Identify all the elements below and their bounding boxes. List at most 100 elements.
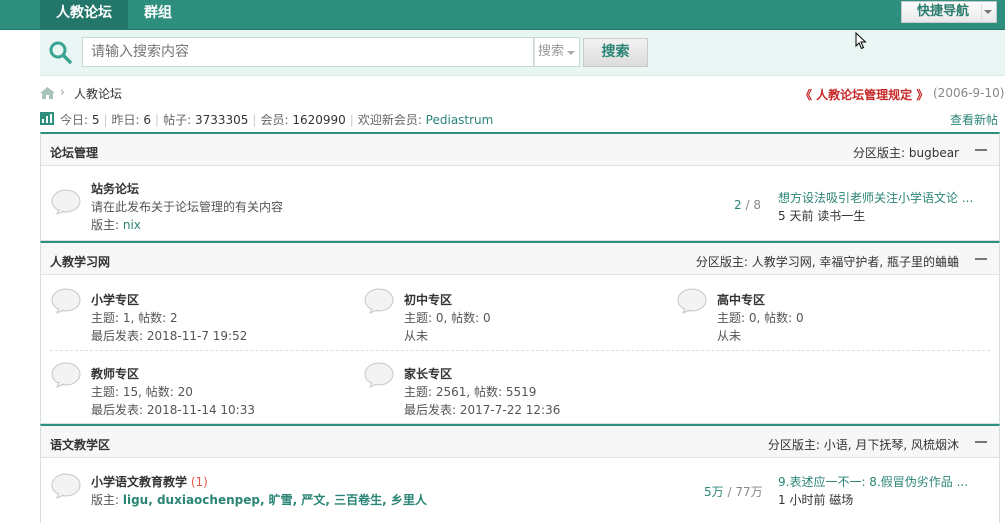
newest-member-label: 欢迎新会员: <box>357 113 426 127</box>
moderator-label: 版主: <box>91 493 123 507</box>
chevron-down-icon <box>984 10 992 14</box>
section-forum-management: 论坛管理 分区版主: bugbear 站务论坛 请在此发布关于论坛管理的有关内容… <box>40 132 1000 241</box>
forum-bubble-icon[interactable] <box>51 189 81 215</box>
tab-groups[interactable]: 群组 <box>128 0 188 30</box>
yesterday-label: 昨日: <box>111 113 144 127</box>
view-new-posts-link[interactable]: 查看新帖 <box>950 111 998 128</box>
chevron-right-icon: › <box>60 85 65 99</box>
divider <box>981 4 982 20</box>
search-icon <box>49 41 72 64</box>
quick-nav-button[interactable]: 快捷导航 <box>901 1 997 23</box>
collapse-icon[interactable] <box>975 149 987 151</box>
search-type-select[interactable]: 搜索 <box>534 37 580 67</box>
forum-name: 小学语文教育教学 (1) <box>91 473 208 490</box>
forum-item: 站务论坛 请在此发布关于论坛管理的有关内容 版主: nix 2 / 8 想方设法… <box>41 167 999 241</box>
posts-label: 帖子: <box>163 113 195 127</box>
collapse-icon[interactable] <box>975 441 987 443</box>
forum-stats: 主题: 0, 帖数: 0 <box>717 311 804 325</box>
forum-name[interactable]: 高中专区 <box>717 291 765 308</box>
search-button[interactable]: 搜索 <box>583 38 648 67</box>
thread-count: 2 <box>734 198 742 212</box>
forum-name[interactable]: 小学专区 <box>91 291 139 308</box>
forum-name[interactable]: 初中专区 <box>404 291 452 308</box>
section-moderators: 分区版主: 小语, 月下抚琴, 风梳烟沐 <box>767 438 959 452</box>
forum-item: 家长专区 主题: 2561, 帖数: 5519 最后发表: 2017-7-22 … <box>354 351 664 423</box>
forum-bubble-icon[interactable] <box>364 288 394 314</box>
forum-name[interactable]: 教师专区 <box>91 365 139 382</box>
breadcrumb-item[interactable]: 人教论坛 <box>74 85 122 102</box>
newest-member-link[interactable]: Pediastrum <box>426 113 494 127</box>
quick-nav-label: 快捷导航 <box>917 4 970 19</box>
forum-stats: 主题: 1, 帖数: 2 <box>91 311 178 325</box>
moderator-link[interactable]: nix <box>123 218 141 232</box>
members-label: 会员: <box>260 113 293 127</box>
collapse-icon[interactable] <box>975 258 987 260</box>
forum-name-link[interactable]: 小学语文教育教学 <box>91 475 187 489</box>
announcement-link[interactable]: 《 人教论坛管理规定 》 <box>800 86 928 103</box>
today-label: 今日: <box>60 113 92 127</box>
search-box <box>82 37 534 67</box>
forum-bubble-icon[interactable] <box>51 473 81 499</box>
last-post-title[interactable]: 想方设法吸引老师关注小学语文论 ... <box>778 191 973 205</box>
last-post: 想方设法吸引老师关注小学语文论 ... <box>778 189 973 206</box>
forum-last-post: 从未 <box>717 329 742 343</box>
forum-stats: 主题: 0, 帖数: 0 <box>404 311 491 325</box>
forum-description: 请在此发布关于论坛管理的有关内容 <box>91 200 284 214</box>
today-count: 5 <box>91 113 100 127</box>
bar-chart-icon <box>40 112 54 125</box>
last-post-title[interactable]: 9.表述应一不一: 8.假冒伪劣作品 ... <box>778 475 968 489</box>
section-header: 语文教学区 分区版主: 小语, 月下抚琴, 风梳烟沐 <box>41 426 999 458</box>
moderator-links[interactable]: ligu, duxiaochenpep, 旷雪, 严文, 三百卷生, 乡里人 <box>123 493 427 507</box>
forum-last-post: 从未 <box>404 329 429 343</box>
section-header: 人教学习网 分区版主: 人教学习网, 幸福守护者, 瓶子里的蛐蛐 <box>41 243 999 275</box>
mouse-cursor-icon <box>855 32 867 50</box>
announcement-date: (2006-9-10) <box>933 86 1005 100</box>
forum-item: 小学专区 主题: 1, 帖数: 2 最后发表: 2018-11-7 19:52 <box>41 276 351 348</box>
forum-moderator: 版主: nix <box>91 216 141 233</box>
posts-count: 3733305 <box>194 113 249 127</box>
top-nav: 人教论坛 群组 快捷导航 <box>0 0 1005 30</box>
yesterday-count: 6 <box>143 113 152 127</box>
section-moderators: 分区版主: bugbear <box>853 146 959 160</box>
moderator-label: 版主: <box>91 218 123 232</box>
last-post-meta: 1 小时前 磁场 <box>778 493 854 507</box>
last-post: 9.表述应一不一: 8.假冒伪劣作品 ... <box>778 473 968 490</box>
post-count: / 8 <box>741 198 761 212</box>
forum-bubble-icon[interactable] <box>364 362 394 388</box>
forum-stats: 主题: 15, 帖数: 20 <box>91 385 193 399</box>
tab-forum[interactable]: 人教论坛 <box>40 0 128 30</box>
section-title[interactable]: 论坛管理 <box>50 144 98 161</box>
forum-item: 高中专区 主题: 0, 帖数: 0 从未 <box>667 276 977 348</box>
forum-moderators: 版主: ligu, duxiaochenpep, 旷雪, 严文, 三百卷生, 乡… <box>91 491 427 508</box>
home-icon[interactable] <box>40 87 55 99</box>
forum-counts: 2 / 8 <box>734 198 761 212</box>
post-count: / 77万 <box>723 485 763 499</box>
forum-item: 教师专区 主题: 15, 帖数: 20 最后发表: 2018-11-14 10:… <box>41 351 351 423</box>
section-title[interactable]: 语文教学区 <box>50 436 110 453</box>
section-moderators: 分区版主: 人教学习网, 幸福守护者, 瓶子里的蛐蛐 <box>695 255 959 269</box>
section-pep-learning: 人教学习网 分区版主: 人教学习网, 幸福守护者, 瓶子里的蛐蛐 小学专区 主题… <box>40 241 1000 424</box>
forum-counts: 5万 / 77万 <box>704 483 763 500</box>
forum-bubble-icon[interactable] <box>677 288 707 314</box>
forum-bubble-icon[interactable] <box>51 288 81 314</box>
search-type-label: 搜索 <box>538 44 565 59</box>
forum-bubble-icon[interactable] <box>51 362 81 388</box>
stats-text: 今日: 5 | 昨日: 6 | 帖子: 3733305 | 会员: 1620990 | 欢迎新会… <box>60 113 494 127</box>
search-input[interactable] <box>83 38 533 66</box>
section-header: 论坛管理 分区版主: bugbear <box>41 134 999 166</box>
forum-last-post: 最后发表: 2018-11-14 10:33 <box>91 403 255 417</box>
section-chinese-teaching: 语文教学区 分区版主: 小语, 月下抚琴, 风梳烟沐 小学语文教育教学 (1) … <box>40 424 1000 523</box>
forum-item: 初中专区 主题: 0, 帖数: 0 从未 <box>354 276 664 348</box>
new-post-count: (1) <box>187 475 208 489</box>
forum-item: 小学语文教育教学 (1) 版主: ligu, duxiaochenpep, 旷雪… <box>41 459 999 523</box>
thread-count: 5万 <box>704 485 724 499</box>
forum-name[interactable]: 家长专区 <box>404 365 452 382</box>
forum-last-post: 最后发表: 2018-11-7 19:52 <box>91 329 248 343</box>
last-post-meta: 5 天前 读书一生 <box>778 209 866 223</box>
forum-name[interactable]: 站务论坛 <box>91 180 139 197</box>
forum-stats: 主题: 2561, 帖数: 5519 <box>404 385 537 399</box>
section-title[interactable]: 人教学习网 <box>50 253 110 270</box>
forum-last-post: 最后发表: 2017-7-22 12:36 <box>404 403 561 417</box>
members-count: 1620990 <box>292 113 346 127</box>
chevron-down-icon <box>567 51 575 55</box>
